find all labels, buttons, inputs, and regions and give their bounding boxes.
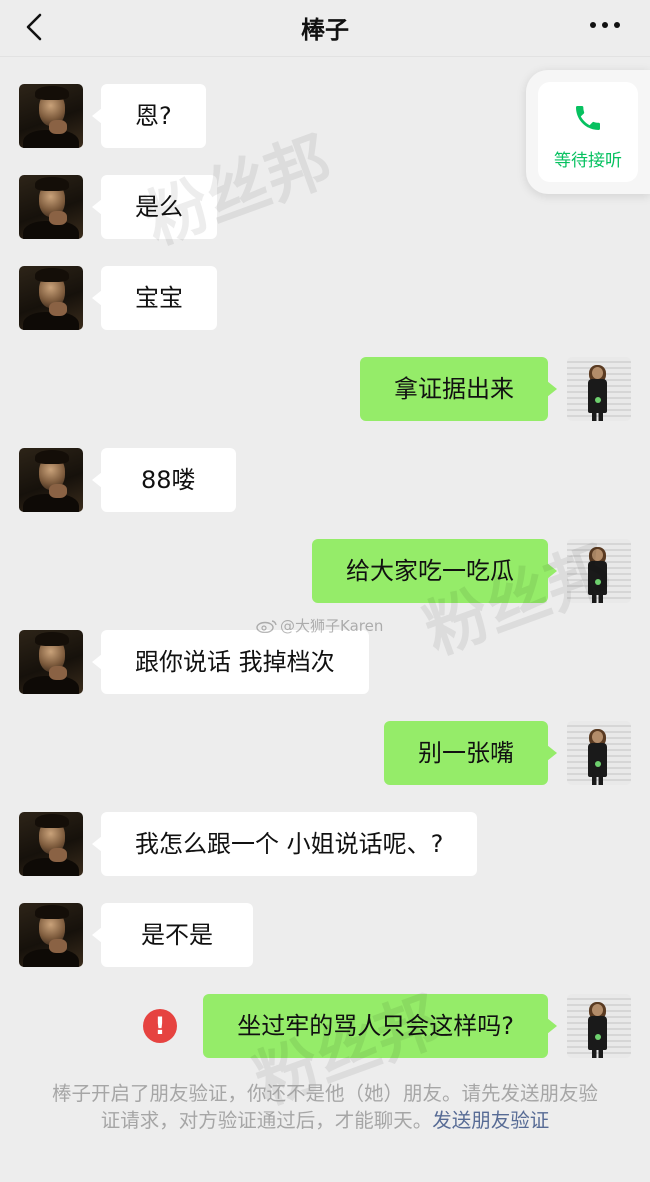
weibo-logo-icon	[256, 620, 277, 633]
my-avatar[interactable]	[567, 994, 631, 1058]
incoming-message-bubble[interactable]: 我怎么跟一个 小姐说话呢、?	[91, 812, 478, 876]
incoming-message-bubble[interactable]: 恩?	[92, 84, 206, 148]
call-status-label: 等待接听	[554, 151, 622, 171]
weibo-handle: @大狮子Karen	[280, 617, 384, 635]
outgoing-message-bubble[interactable]: 拿证据出来	[360, 357, 557, 421]
my-avatar[interactable]	[567, 357, 631, 421]
send-failed-icon[interactable]: !	[143, 1009, 177, 1043]
send-verification-link[interactable]: 发送朋友验证	[432, 1109, 549, 1132]
phone-icon	[576, 106, 600, 130]
contact-avatar[interactable]	[19, 812, 83, 876]
contact-avatar[interactable]	[19, 266, 83, 330]
contact-avatar[interactable]	[19, 448, 83, 512]
contact-avatar[interactable]	[19, 175, 83, 239]
call-status-panel[interactable]: 等待接听	[538, 82, 638, 182]
outgoing-message-bubble[interactable]: 别一张嘴	[384, 721, 557, 785]
contact-avatar[interactable]	[19, 903, 83, 967]
incoming-message-bubble[interactable]: 宝宝	[92, 266, 217, 330]
incoming-message-bubble[interactable]: 是不是	[92, 903, 253, 967]
incoming-message-bubble[interactable]: 跟你说话 我掉档次	[92, 630, 369, 694]
incoming-message-bubble[interactable]: 88喽	[92, 448, 236, 512]
outgoing-message-bubble[interactable]: 坐过牢的骂人只会这样吗?	[203, 994, 557, 1058]
contact-avatar[interactable]	[19, 630, 83, 694]
chat-header: 棒子	[0, 0, 650, 57]
more-options-icon[interactable]	[590, 22, 622, 30]
incoming-message-bubble[interactable]: 是么	[92, 175, 217, 239]
my-avatar[interactable]	[567, 721, 631, 785]
outgoing-message-bubble[interactable]: 给大家吃一吃瓜	[312, 539, 557, 603]
chat-title: 棒子	[301, 16, 349, 44]
floating-call-window[interactable]: 等待接听	[526, 70, 650, 194]
my-avatar[interactable]	[567, 539, 631, 603]
friend-verification-notice: 棒子开启了朋友验证，你还不是他（她）朋友。请先发送朋友验证请求，对方验证通过后，…	[50, 1080, 600, 1134]
contact-avatar[interactable]	[19, 84, 83, 148]
weibo-watermark: @大狮子Karen	[256, 615, 383, 636]
